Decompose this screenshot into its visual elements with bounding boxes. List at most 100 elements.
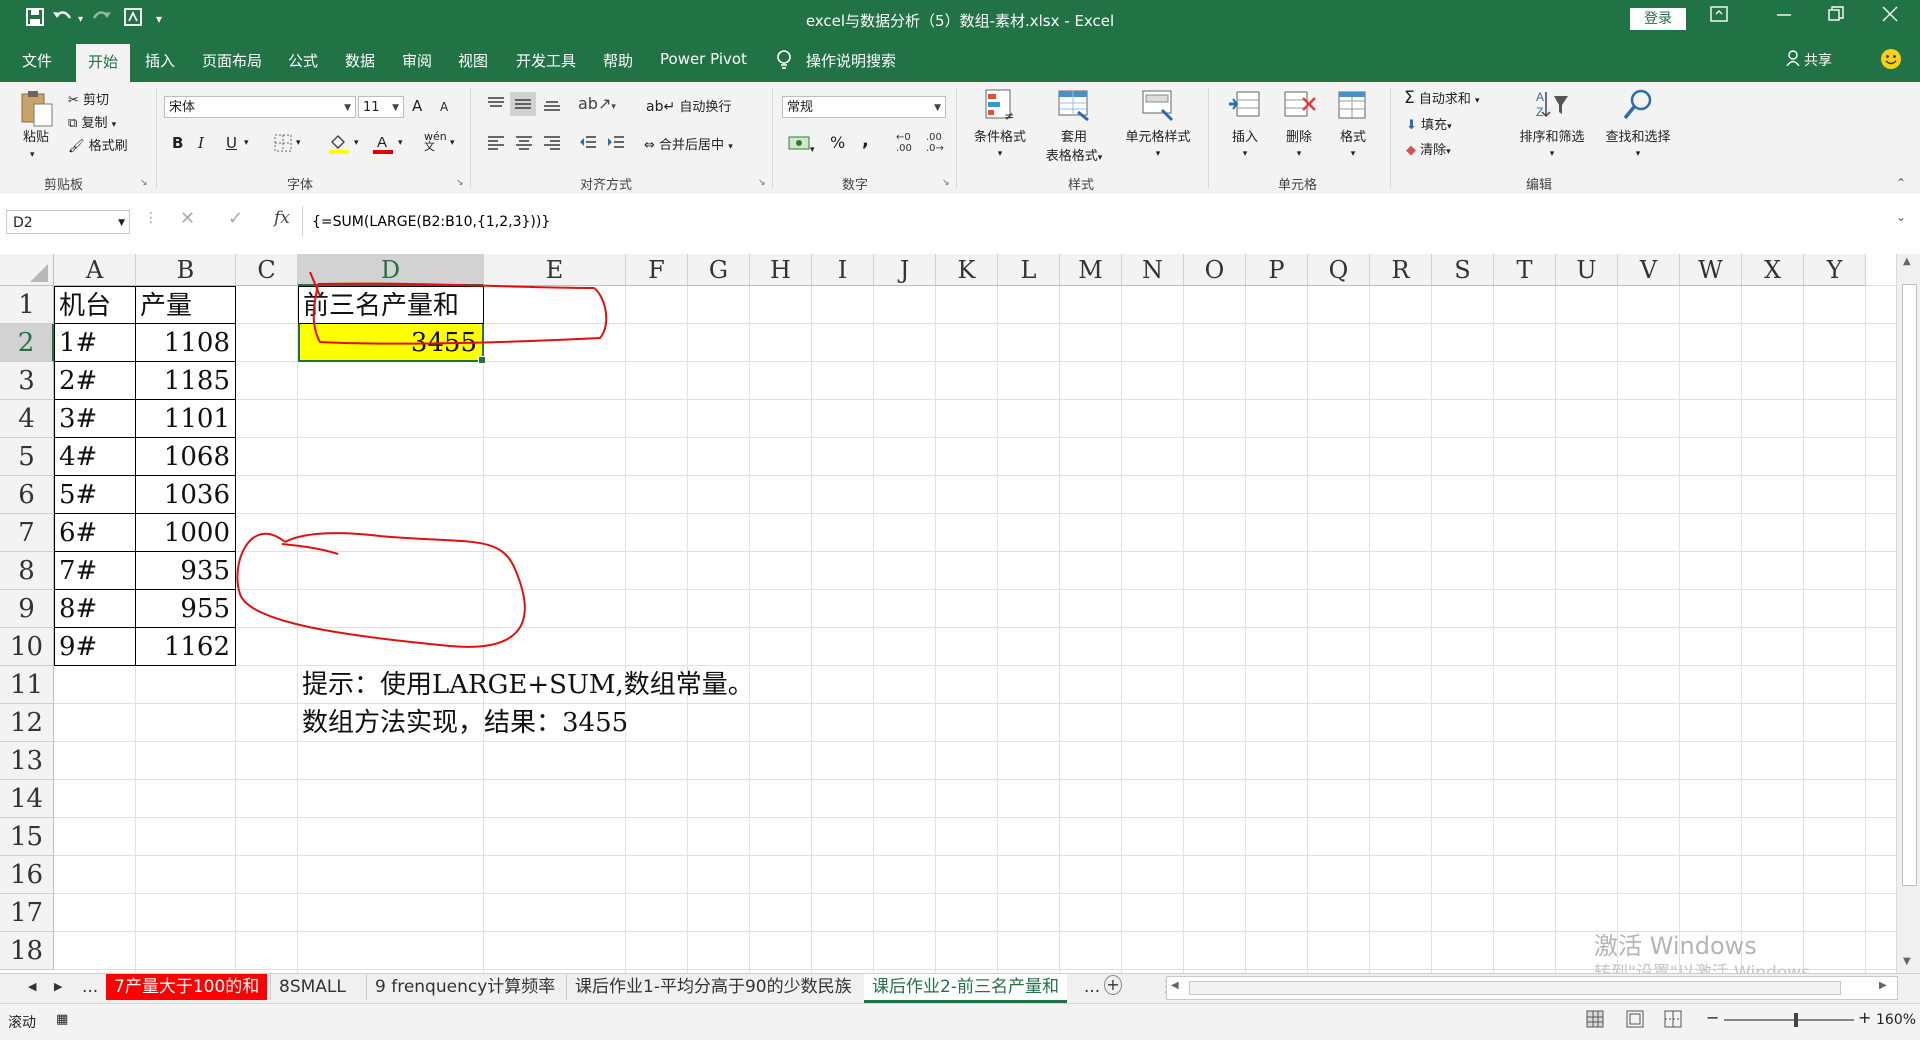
borders-dropdown-icon[interactable]: ▾ — [296, 138, 301, 148]
autosum-dropdown-icon[interactable]: ▾ — [1475, 96, 1480, 106]
font-size-select[interactable]: 11 ▼ — [358, 96, 404, 118]
tab-page-layout[interactable]: 页面布局 — [202, 50, 262, 71]
insert-cells-button[interactable]: 插入 ▾ — [1220, 88, 1270, 160]
tab-home[interactable]: 开始 — [76, 44, 130, 82]
format-painter-button[interactable]: 🖌 格式刷 — [68, 135, 128, 154]
sheet-tab-active[interactable]: 课后作业2-前三名产量和 — [864, 974, 1067, 1003]
sheet-tab[interactable]: 7产量大于100的和 — [106, 974, 268, 1000]
align-right-button[interactable] — [542, 134, 562, 154]
percent-button[interactable]: % — [830, 133, 845, 152]
row-header-12[interactable]: 12 — [0, 704, 54, 742]
enter-entry-button[interactable]: ✓ — [228, 208, 243, 229]
decrease-decimal-button[interactable]: .00.0→ — [926, 132, 944, 154]
wrap-text-button[interactable]: ab↵ 自动换行 — [646, 96, 731, 115]
font-color-dropdown-icon[interactable]: ▾ — [398, 138, 403, 148]
fill-button[interactable]: ⬇ 填充▾ — [1406, 114, 1452, 133]
comma-style-button[interactable]: , — [862, 130, 869, 151]
align-bottom-button[interactable] — [542, 96, 562, 116]
clear-button[interactable]: ◆ 清除▾ — [1406, 139, 1451, 158]
tell-me-search[interactable]: 操作说明搜索 — [806, 50, 896, 71]
autosum-button[interactable]: Σ 自动求和 ▾ — [1404, 88, 1480, 108]
find-select-button[interactable]: 查找和选择 ▾ — [1596, 88, 1680, 160]
tab-file[interactable]: 文件 — [22, 50, 52, 71]
font-launcher-icon[interactable]: ↘ — [456, 178, 464, 188]
name-box[interactable]: D2 ▼ — [6, 210, 130, 234]
increase-indent-button[interactable] — [606, 134, 626, 154]
paste-dropdown-icon[interactable]: ▾ — [30, 150, 35, 160]
expand-formula-bar-icon[interactable]: ⌄ — [1896, 210, 1906, 224]
number-format-select[interactable]: 常规 ▼ — [782, 96, 946, 118]
zoom-level[interactable]: 160% — [1876, 1012, 1916, 1028]
sort-filter-button[interactable]: AZ 排序和筛选 ▾ — [1512, 88, 1592, 160]
delete-cells-button[interactable]: 删除 ▾ — [1274, 88, 1324, 160]
smiley-feedback-icon[interactable] — [1880, 48, 1902, 74]
tab-insert[interactable]: 插入 — [145, 50, 175, 71]
conditional-formatting-button[interactable]: ≠ 条件格式 ▾ — [966, 88, 1034, 160]
row-header-14[interactable]: 14 — [0, 780, 54, 818]
merge-center-button[interactable]: ⇔ 合并后居中 ▾ — [644, 134, 733, 153]
zoom-slider-handle[interactable] — [1794, 1013, 1798, 1027]
row-header-13[interactable]: 13 — [0, 742, 54, 780]
underline-button[interactable]: U — [226, 134, 237, 152]
cell-d12-note[interactable]: 数组方法实现，结果：3455 — [298, 704, 628, 742]
bold-button[interactable]: B — [172, 134, 183, 152]
decrease-indent-button[interactable] — [578, 134, 598, 154]
phonetic-button[interactable]: wén 文 — [424, 131, 447, 152]
scroll-up-icon[interactable]: ▲ — [1903, 256, 1911, 267]
alignment-launcher-icon[interactable]: ↘ — [758, 178, 766, 188]
sheet-more-left-button[interactable]: ... — [74, 974, 106, 1000]
page-break-view-button[interactable] — [1664, 1010, 1682, 1032]
font-name-select[interactable]: 宋体 ▼ — [164, 96, 356, 118]
copy-dropdown-icon[interactable]: ▾ — [112, 120, 117, 130]
collapse-ribbon-icon[interactable]: ⌃ — [1896, 176, 1906, 190]
font-color-button[interactable]: A — [372, 132, 394, 158]
align-top-button[interactable] — [486, 96, 506, 116]
horizontal-scroll-thumb[interactable] — [1189, 981, 1841, 995]
share-button[interactable]: 共享 — [1804, 50, 1832, 70]
sheet-tab[interactable]: 课后作业1-平均分高于90的少数民族 — [566, 974, 860, 1000]
format-cells-button[interactable]: 格式 ▾ — [1328, 88, 1378, 160]
tab-help[interactable]: 帮助 — [603, 50, 633, 71]
new-sheet-button[interactable]: + — [1104, 975, 1122, 995]
vertical-scroll-thumb[interactable] — [1902, 284, 1917, 886]
tab-formulas[interactable]: 公式 — [288, 50, 318, 71]
shrink-font-button[interactable]: A — [440, 100, 448, 114]
tab-review[interactable]: 审阅 — [402, 50, 432, 71]
align-left-button[interactable] — [486, 134, 506, 154]
vertical-scrollbar[interactable]: ▲ ▼ — [1896, 254, 1920, 974]
tab-view[interactable]: 视图 — [458, 50, 488, 71]
cell-styles-button[interactable]: 单元格样式 ▾ — [1116, 88, 1200, 160]
merge-dropdown-icon[interactable]: ▾ — [728, 142, 733, 152]
accounting-format-button[interactable]: ▾ — [788, 134, 815, 156]
horizontal-scrollbar[interactable]: ◀ ▶ — [1166, 976, 1898, 1000]
align-middle-button[interactable] — [510, 92, 536, 116]
tab-data[interactable]: 数据 — [345, 50, 375, 71]
scroll-left-icon[interactable]: ◀ — [1171, 980, 1179, 991]
copy-button[interactable]: ⧉ 复制 ▾ — [68, 112, 116, 131]
tab-power-pivot[interactable]: Power Pivot — [660, 50, 747, 68]
format-as-table-button[interactable]: 套用 表格格式▾ — [1038, 88, 1110, 164]
worksheet-grid[interactable]: ABCDEFGHIJKLMNOPQRSTUVWXY 1 2 3 4 5 6 7 8 9 10 11 1… — [0, 254, 1920, 974]
row-header-15[interactable]: 15 — [0, 818, 54, 856]
fill-color-button[interactable] — [328, 132, 350, 158]
fill-color-dropdown-icon[interactable]: ▾ — [354, 138, 359, 148]
number-launcher-icon[interactable]: ↘ — [942, 178, 950, 188]
cut-button[interactable]: ✂ 剪切 — [68, 89, 109, 108]
scroll-down-icon[interactable]: ▼ — [1903, 956, 1911, 967]
increase-decimal-button[interactable]: ←0.00 — [896, 132, 912, 154]
orientation-button[interactable]: ab↗▾ — [578, 94, 616, 113]
restore-icon[interactable] — [1828, 6, 1844, 27]
tab-developer[interactable]: 开发工具 — [516, 50, 576, 71]
macro-record-icon[interactable]: ▦ — [56, 1012, 68, 1027]
align-center-button[interactable] — [514, 134, 534, 154]
formula-input[interactable]: {=SUM(LARGE(B2:B10,{1,2,3}))} — [312, 210, 1902, 234]
borders-button[interactable] — [274, 134, 292, 156]
normal-view-button[interactable] — [1586, 1010, 1604, 1032]
ribbon-display-icon[interactable] — [1710, 6, 1728, 27]
zoom-out-button[interactable]: − — [1706, 1008, 1719, 1027]
cancel-entry-button[interactable]: ✕ — [180, 208, 195, 229]
page-layout-view-button[interactable] — [1626, 1010, 1644, 1032]
underline-dropdown-icon[interactable]: ▾ — [244, 138, 249, 148]
grow-font-button[interactable]: A — [412, 97, 422, 115]
sheet-tab[interactable]: 8SMALL — [270, 974, 354, 1000]
